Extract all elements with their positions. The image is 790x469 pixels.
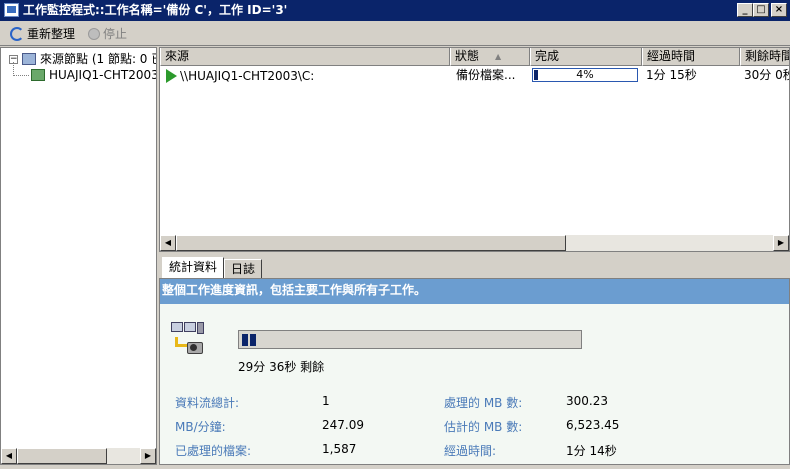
throughput-value: 1 [322, 394, 330, 408]
progress-segment [250, 334, 256, 346]
rate-label: MB/分鐘: [175, 420, 226, 434]
estimated-mb-label: 估計的 MB 數: [444, 420, 523, 434]
row-status: 備份檔案... [456, 68, 516, 82]
scroll-left-button[interactable]: ◀ [1, 448, 17, 464]
scroll-thumb[interactable] [176, 235, 566, 251]
maximize-button[interactable]: □ [753, 3, 769, 17]
row-progress: 4% [532, 68, 638, 82]
statistics-content [160, 304, 789, 464]
server-icon [31, 69, 45, 81]
files-processed-label: 已處理的檔案: [175, 444, 252, 458]
processed-mb-value: 300.23 [566, 394, 608, 408]
refresh-button[interactable]: 重新整理 [10, 25, 75, 42]
tree-root-label: 來源節點 (1 節點: 0 已 [40, 52, 157, 66]
tree-horizontal-scrollbar[interactable]: ◀ ▶ [1, 448, 156, 464]
files-processed-value: 1,587 [322, 442, 357, 456]
tree-line [13, 75, 29, 76]
scroll-left-button[interactable]: ◀ [160, 235, 176, 251]
estimated-mb-value: 6,523.45 [566, 418, 620, 432]
column-header-status[interactable]: 狀態 ▲ [450, 48, 530, 66]
tree-child-label: HUAJIQ1-CHT2003 [49, 68, 157, 82]
row-elapsed: 1分 15秒 [646, 68, 697, 82]
list-horizontal-scrollbar[interactable]: ◀ ▶ [160, 235, 789, 251]
overall-progress-bar [238, 330, 582, 349]
stop-button[interactable]: 停止 [88, 25, 127, 42]
tab-statistics[interactable]: 統計資料 [162, 257, 225, 279]
tab-log[interactable]: 日誌 [224, 259, 263, 279]
stop-label: 停止 [103, 27, 128, 41]
window-bottom-border [0, 465, 790, 469]
elapsed-time-value: 1分 14秒 [566, 444, 617, 458]
elapsed-time-label: 經過時間: [444, 444, 497, 458]
column-header-complete[interactable]: 完成 [530, 48, 642, 66]
scroll-thumb[interactable] [17, 448, 107, 464]
minimize-button[interactable]: _ [737, 3, 753, 17]
running-icon [166, 69, 177, 83]
app-icon [4, 3, 19, 17]
computer-icon [22, 53, 36, 65]
rate-value: 247.09 [322, 418, 364, 432]
row-remaining: 30分 0秒 [744, 68, 790, 82]
column-header-remaining[interactable]: 剩餘時間 [740, 48, 789, 66]
scroll-right-button[interactable]: ▶ [773, 235, 789, 251]
refresh-icon [10, 26, 24, 41]
scroll-right-button[interactable]: ▶ [140, 448, 156, 464]
title-bar[interactable]: 工作監控程式::工作名稱='備份 C'，工作 ID='3' _ □ × [0, 0, 790, 21]
processed-mb-label: 處理的 MB 數: [444, 396, 523, 410]
progress-segment [242, 334, 248, 346]
tree-root-node[interactable]: − 來源節點 (1 節點: 0 已 [9, 51, 157, 67]
job-monitor-icon [171, 322, 205, 356]
statistics-banner: 整個工作進度資訊，包括主要工作與所有子工作。 [160, 279, 789, 304]
stop-icon [88, 27, 100, 40]
refresh-label: 重新整理 [27, 27, 76, 41]
source-tree[interactable]: − 來源節點 (1 節點: 0 已 HUAJIQ1-CHT2003 ◀ ▶ [0, 47, 157, 465]
sort-ascending-icon: ▲ [495, 52, 502, 61]
job-list[interactable]: 來源 狀態 ▲ 完成 經過時間 剩餘時間 \\HUAJIQ1-CHT2003\C… [159, 47, 790, 252]
row-source: \\HUAJIQ1-CHT2003\C: [166, 68, 314, 84]
column-header-elapsed[interactable]: 經過時間 [642, 48, 740, 66]
tree-child-node[interactable]: HUAJIQ1-CHT2003 [31, 67, 157, 83]
window-title: 工作監控程式::工作名稱='備份 C'，工作 ID='3' [23, 3, 288, 17]
toolbar: 重新整理 停止 [0, 21, 790, 46]
tree-line [13, 62, 14, 76]
remaining-time-text: 29分 36秒 剩餘 [238, 360, 325, 374]
column-header-source[interactable]: 來源 [160, 48, 450, 66]
close-button[interactable]: × [771, 3, 787, 17]
throughput-label: 資料流總計: [175, 396, 240, 410]
row-progress-text: 4% [576, 68, 594, 81]
